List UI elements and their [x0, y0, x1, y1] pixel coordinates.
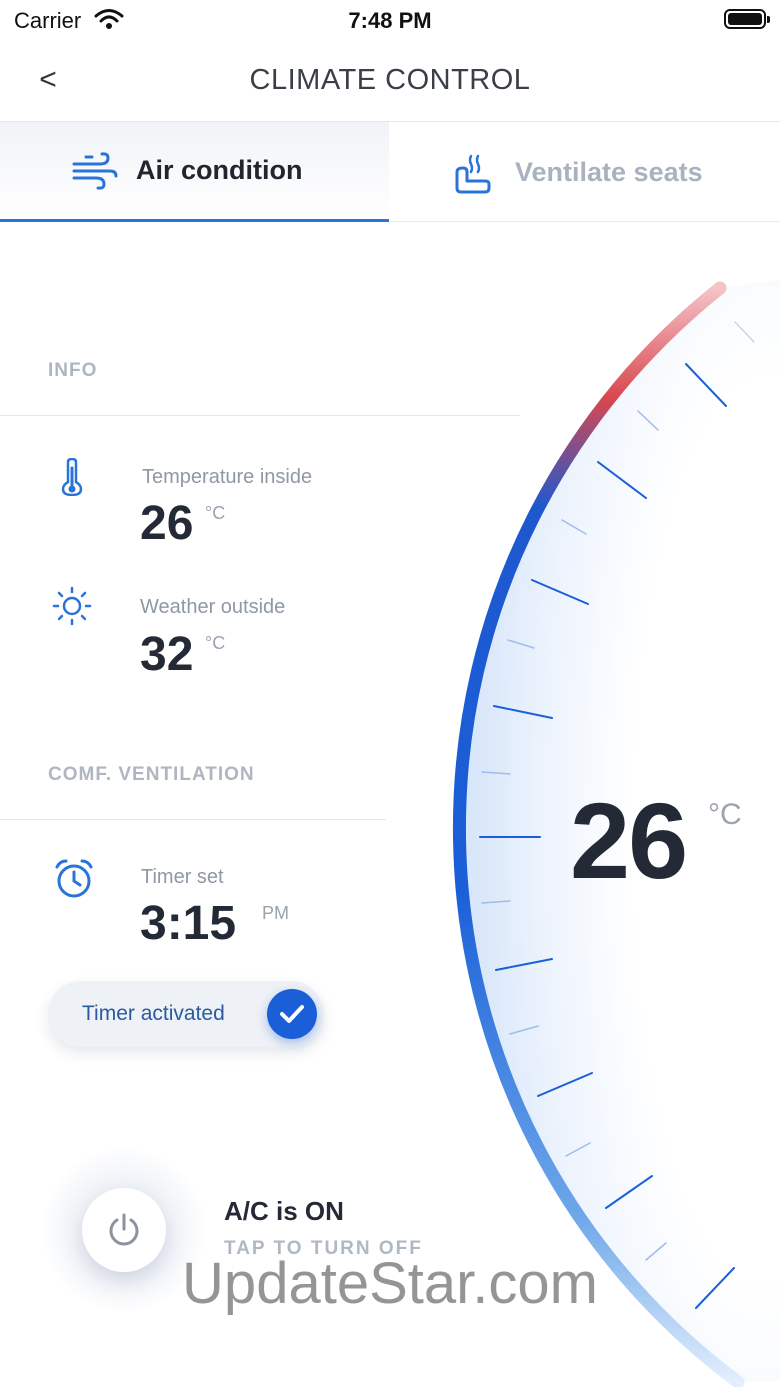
battery-icon — [724, 9, 770, 29]
tab-air-condition-label: Air condition — [136, 155, 303, 185]
ventilation-divider — [0, 819, 386, 820]
tab-air-condition[interactable]: Air condition — [0, 122, 389, 222]
thermometer-icon — [60, 457, 84, 501]
ac-status-text: A/C is ON — [224, 1196, 344, 1226]
sun-icon — [52, 586, 92, 631]
status-bar: Carrier 7:48 PM — [0, 0, 780, 40]
timer-value: 3:15 — [140, 897, 237, 950]
temperature-inside-label: Temperature inside — [142, 466, 313, 488]
info-divider — [0, 415, 520, 416]
weather-outside-label: Weather outside — [140, 596, 286, 618]
timer-label: Timer set — [141, 866, 224, 888]
tab-ventilate-seats-label: Ventilate seats — [515, 156, 703, 187]
timer-activated-label: Timer activated — [82, 1002, 225, 1025]
dial-temperature-unit: °C — [708, 798, 742, 831]
weather-outside-unit: °C — [205, 633, 226, 653]
page-title: CLIMATE CONTROL — [249, 64, 531, 96]
tab-ventilate-seats[interactable]: Ventilate seats — [389, 122, 780, 222]
info-section-label: INFO — [48, 360, 98, 381]
wind-icon — [70, 151, 118, 191]
ventilation-section-label: COMF. VENTILATION — [48, 764, 255, 785]
status-time: 7:48 PM — [348, 8, 432, 33]
checkmark-icon — [267, 989, 317, 1039]
watermark: UpdateStar.com — [182, 1251, 598, 1316]
timer-suffix: PM — [262, 903, 289, 923]
temperature-inside-value: 26 — [140, 497, 194, 550]
heated-seat-icon — [449, 152, 497, 194]
power-icon — [106, 1212, 142, 1253]
timer-activated-toggle[interactable]: Timer activated — [48, 981, 324, 1047]
weather-outside-value: 32 — [140, 628, 194, 681]
navigation-bar: < CLIMATE CONTROL — [0, 40, 780, 122]
alarm-clock-icon — [54, 858, 94, 905]
temperature-inside-unit: °C — [205, 503, 226, 523]
tab-bar: Air condition Ventilate seats — [0, 122, 780, 222]
dial-temperature-value: 26 — [570, 780, 688, 901]
